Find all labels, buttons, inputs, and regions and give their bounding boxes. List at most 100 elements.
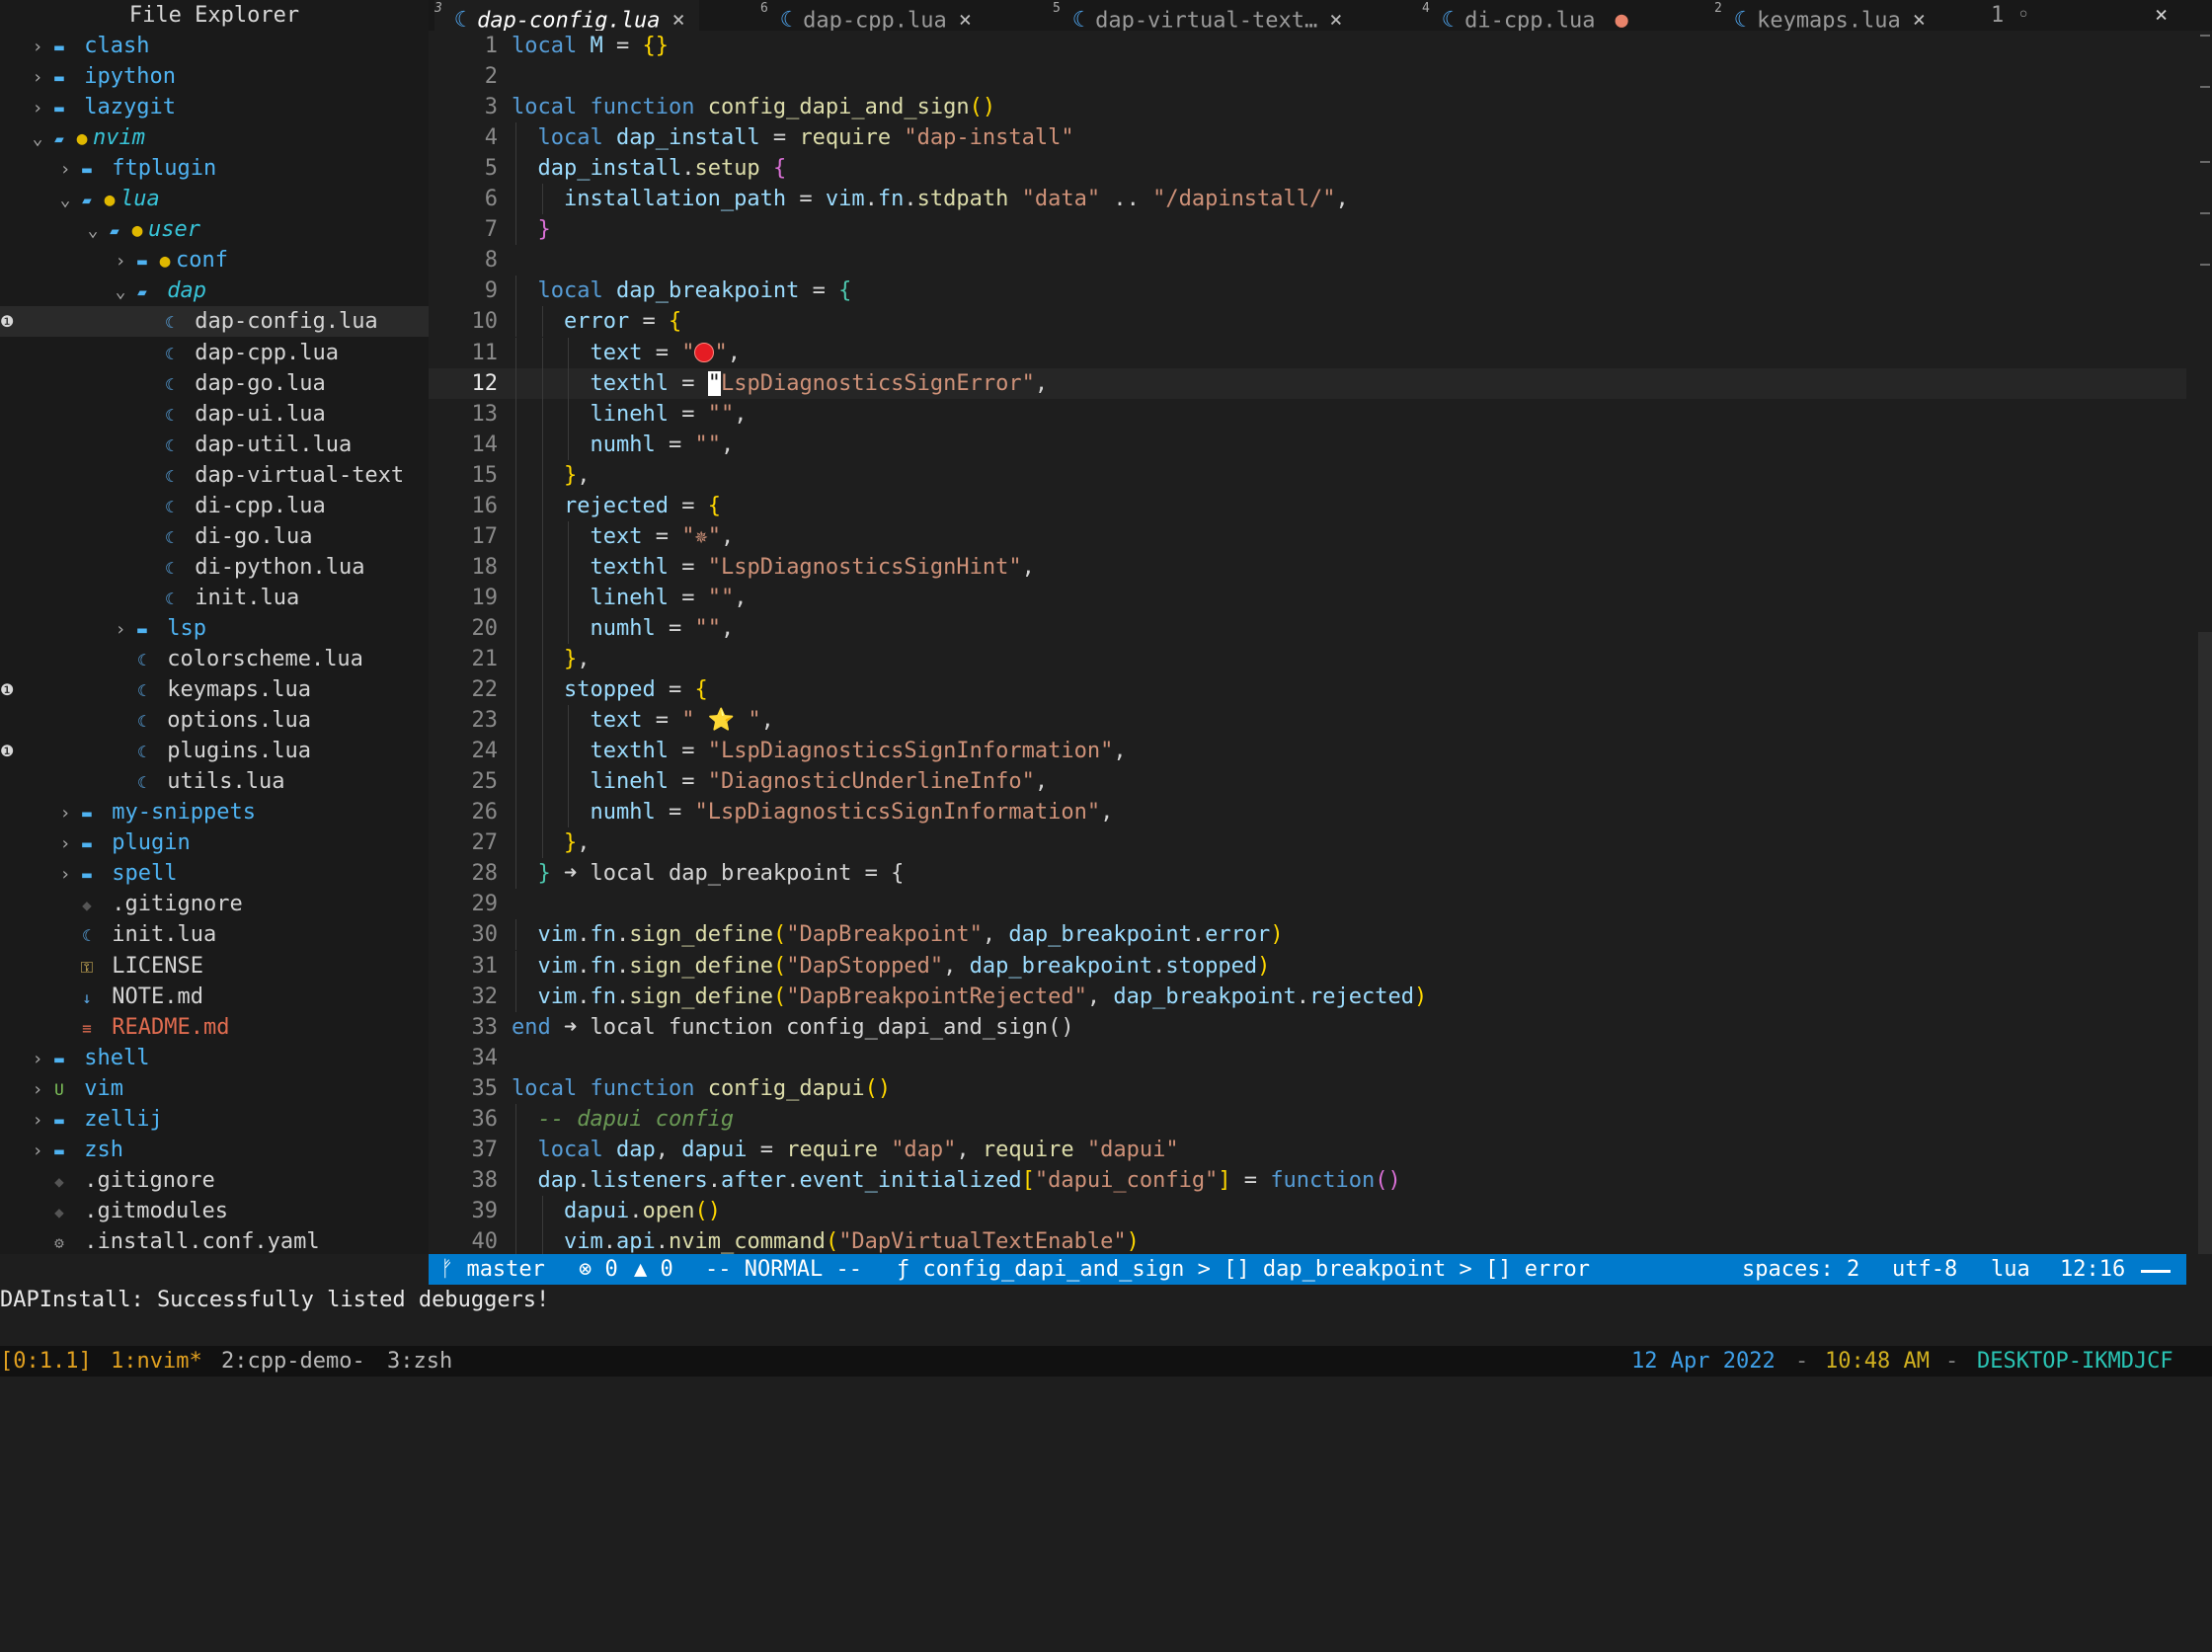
tmux-window-1[interactable]: 1:nvim*: [111, 1346, 202, 1377]
tree-item[interactable]: ☾ dap-util.lua: [0, 430, 429, 460]
code-line[interactable]: 5 dap_install.setup {: [429, 153, 2186, 185]
code-line[interactable]: 14 numhl = "",: [429, 429, 2186, 460]
tree-item[interactable]: ☾ dap-cpp.lua: [0, 338, 429, 368]
close-icon[interactable]: ×: [1329, 8, 1342, 33]
code-line[interactable]: 19 linehl = "",: [429, 582, 2186, 613]
code-breadcrumb[interactable]: ƒ config_dapi_and_sign > [] dap_breakpoi…: [897, 1254, 1590, 1285]
close-icon[interactable]: ×: [1913, 8, 1926, 33]
tree-item[interactable]: › ▬ ftplugin: [0, 153, 429, 184]
tree-item[interactable]: ☾ options.lua: [0, 705, 429, 736]
chevron-down-icon[interactable]: ⌄: [28, 123, 47, 154]
chevron-down-icon[interactable]: ⌄: [111, 276, 130, 307]
tree-item[interactable]: ⌄ ▰ ● lua: [0, 184, 429, 214]
tree-item[interactable]: ≡ README.md: [0, 1012, 429, 1043]
tree-item[interactable]: ⚿ LICENSE: [0, 951, 429, 982]
code-line[interactable]: 8: [429, 245, 2186, 275]
tree-item[interactable]: ☾ init.lua: [0, 583, 429, 613]
code-line[interactable]: 21 },: [429, 644, 2186, 674]
buffer-tab[interactable]: 4 ☾ di-cpp.lua ●: [1422, 0, 1642, 33]
code-line[interactable]: 33 end ➜ local function config_dapi_and_s…: [429, 1012, 2186, 1043]
code-line[interactable]: 36 -- dapui config: [429, 1103, 2186, 1135]
tmux-window-3[interactable]: 3:zsh: [387, 1346, 452, 1377]
code-line[interactable]: 22 stopped = {: [429, 674, 2186, 706]
code-line[interactable]: 13 linehl = "",: [429, 398, 2186, 430]
code-line[interactable]: 27 },: [429, 827, 2186, 859]
chevron-right-icon[interactable]: ›: [55, 798, 75, 828]
code-line[interactable]: 17 text = "✵",: [429, 520, 2186, 552]
code-line[interactable]: 31 vim.fn.sign_define("DapStopped", dap_…: [429, 950, 2186, 982]
code-line[interactable]: 25 linehl = "DiagnosticUnderlineInfo",: [429, 766, 2186, 798]
code-line[interactable]: 39 dapui.open(): [429, 1195, 2186, 1226]
tree-item[interactable]: ↓ NOTE.md: [0, 982, 429, 1012]
tmux-window-2[interactable]: 2:cpp-demo-: [221, 1346, 365, 1377]
tree-item[interactable]: ☾ dap-go.lua: [0, 368, 429, 399]
code-line[interactable]: 1 local M = {}: [429, 31, 2186, 61]
code-line[interactable]: 38 dap.listeners.after.event_initialized…: [429, 1164, 2186, 1196]
tree-item[interactable]: ❶ ☾ dap-config.lua: [0, 306, 429, 338]
code-line[interactable]: 30 vim.fn.sign_define("DapBreakpoint", d…: [429, 919, 2186, 951]
warning-count[interactable]: ▲ 0: [634, 1254, 673, 1285]
code-line[interactable]: 32 vim.fn.sign_define("DapBreakpointReje…: [429, 981, 2186, 1012]
tree-item[interactable]: › U vim: [0, 1073, 429, 1104]
chevron-right-icon[interactable]: ›: [28, 1136, 47, 1166]
code-line[interactable]: 6 installation_path = vim.fn.stdpath "da…: [429, 184, 2186, 215]
tree-item[interactable]: › ▬ lsp: [0, 613, 429, 644]
tree-item[interactable]: › ▬ zsh: [0, 1135, 429, 1165]
tree-item[interactable]: › ▬ lazygit: [0, 92, 429, 122]
tree-item[interactable]: › ▬ shell: [0, 1043, 429, 1073]
code-line[interactable]: 20 numhl = "",: [429, 612, 2186, 644]
code-line[interactable]: 29: [429, 889, 2186, 919]
chevron-right-icon[interactable]: ›: [28, 32, 47, 62]
code-line[interactable]: 26 numhl = "LspDiagnosticsSignInformatio…: [429, 797, 2186, 828]
tree-item[interactable]: ◆ .gitignore: [0, 1165, 429, 1196]
code-line[interactable]: 23 text = " ⭐ ",: [429, 705, 2186, 737]
tree-item[interactable]: ❶ ☾ keymaps.lua: [0, 674, 429, 705]
tree-item[interactable]: ⌄ ▰ ● nvim: [0, 122, 429, 153]
close-all-icon[interactable]: ×: [2155, 0, 2168, 31]
tree-item[interactable]: › ▬ zellij: [0, 1104, 429, 1135]
code-line[interactable]: 24 texthl = "LspDiagnosticsSignInformati…: [429, 736, 2186, 767]
buffer-tab[interactable]: 3 ☾ dap-config.lua ×: [434, 0, 699, 33]
tree-item[interactable]: ☾ dap-virtual-text: [0, 460, 429, 491]
code-line[interactable]: 3 local function config_dapi_and_sign(): [429, 92, 2186, 122]
chevron-right-icon[interactable]: ›: [55, 859, 75, 890]
indent-setting[interactable]: spaces: 2: [1742, 1254, 1859, 1285]
tree-item[interactable]: › ▬ plugin: [0, 827, 429, 858]
tree-item[interactable]: › ▬ spell: [0, 858, 429, 889]
chevron-right-icon[interactable]: ›: [111, 614, 130, 645]
code-line[interactable]: 11 text = " ",: [429, 337, 2186, 368]
code-line[interactable]: 18 texthl = "LspDiagnosticsSignHint",: [429, 551, 2186, 583]
tree-item[interactable]: ⌄ ▰ dap: [0, 275, 429, 306]
code-line[interactable]: 10 error = {: [429, 306, 2186, 338]
buffer-tab[interactable]: 5 ☾ dap-virtual-text… ×: [1053, 0, 1357, 33]
git-branch[interactable]: ᚠ master: [440, 1254, 545, 1285]
code-line[interactable]: 28 } ➜ local dap_breakpoint = {: [429, 858, 2186, 890]
buffer-tab[interactable]: 2 ☾ keymaps.lua ×: [1714, 0, 1939, 33]
code-line[interactable]: 12 texthl = "LspDiagnosticsSignError",: [429, 367, 2186, 399]
file-encoding[interactable]: utf-8: [1892, 1254, 1957, 1285]
code-editor[interactable]: 1 local M = {} 2 3 local function config_dap…: [429, 31, 2186, 1255]
code-line[interactable]: 9 local dap_breakpoint = {: [429, 275, 2186, 307]
code-line[interactable]: 37 local dap, dapui = require "dap", req…: [429, 1134, 2186, 1165]
code-line[interactable]: 2: [429, 61, 2186, 92]
close-icon[interactable]: ×: [672, 8, 685, 33]
modified-indicator-icon[interactable]: ●: [1616, 8, 1628, 33]
chevron-right-icon[interactable]: ›: [28, 62, 47, 93]
tree-item[interactable]: ❶ ☾ plugins.lua: [0, 736, 429, 766]
tree-item[interactable]: ☾ init.lua: [0, 919, 429, 950]
error-count[interactable]: ⊗ 0: [579, 1254, 618, 1285]
scrollbar-thumb[interactable]: [2198, 632, 2212, 1254]
chevron-right-icon[interactable]: ›: [111, 246, 130, 276]
tree-item[interactable]: ◆ .gitmodules: [0, 1196, 429, 1226]
chevron-right-icon[interactable]: ›: [28, 1074, 47, 1105]
code-line[interactable]: 4 local dap_install = require "dap-insta…: [429, 122, 2186, 154]
tree-item[interactable]: ⚙ .install.conf.yaml: [0, 1226, 429, 1254]
code-line[interactable]: 15 },: [429, 459, 2186, 491]
chevron-right-icon[interactable]: ›: [55, 828, 75, 859]
chevron-right-icon[interactable]: ›: [28, 1105, 47, 1136]
tree-item[interactable]: ☾ di-python.lua: [0, 552, 429, 583]
chevron-right-icon[interactable]: ›: [28, 93, 47, 123]
code-line[interactable]: 16 rejected = {: [429, 490, 2186, 521]
code-line[interactable]: 34: [429, 1043, 2186, 1073]
tree-item[interactable]: ☾ di-go.lua: [0, 521, 429, 552]
